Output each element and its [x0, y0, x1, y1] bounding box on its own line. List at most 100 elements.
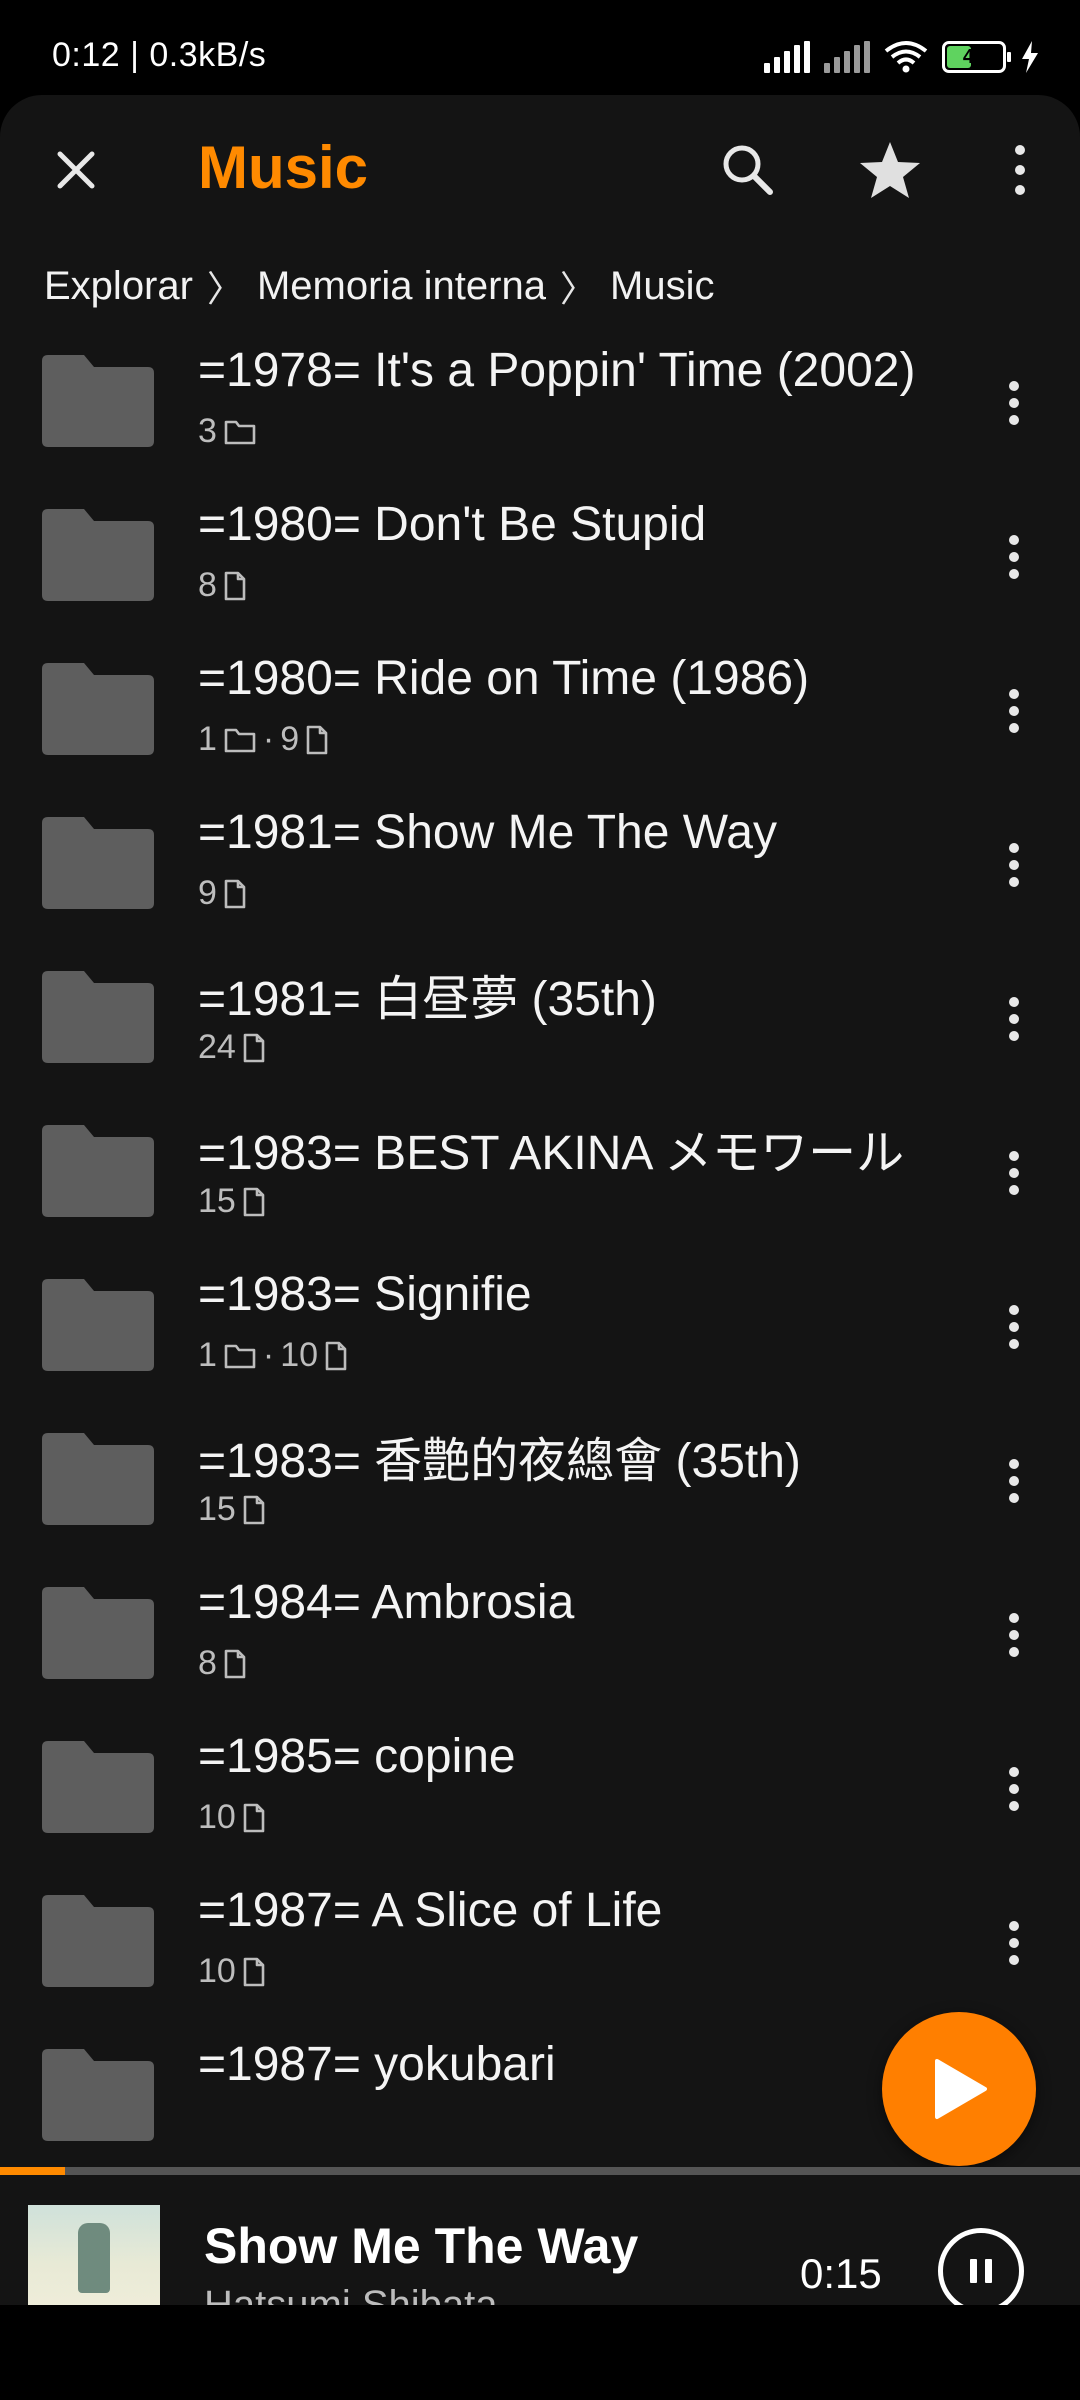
folder-icon: [42, 509, 154, 601]
subfolder-count: 3: [198, 412, 217, 450]
star-icon: [860, 142, 920, 198]
file-icon: [243, 1495, 265, 1524]
battery-level: 46: [962, 45, 986, 68]
playback-progress-fill: [0, 2167, 65, 2175]
more-vert-icon: [1009, 997, 1019, 1007]
folder-icon: [42, 1741, 154, 1833]
more-vert-icon: [1009, 689, 1019, 699]
breadcrumb-music[interactable]: Music: [610, 264, 714, 309]
folder-icon-wrap: [42, 1741, 154, 1833]
folder-icon-wrap: [42, 817, 154, 909]
file-count: 15: [198, 1182, 236, 1220]
folder-icon-wrap: [42, 1279, 154, 1371]
folder-row[interactable]: =1984= Ambrosia 8: [0, 1567, 1080, 1721]
more-vert-icon: [1009, 1613, 1019, 1623]
folder-icon-wrap: [42, 1125, 154, 1217]
elapsed-time: 0:15: [800, 2250, 882, 2297]
page-title: Music: [198, 134, 369, 201]
folder-title: =1983= Signifie: [198, 1268, 532, 1321]
breadcrumb-internal-storage[interactable]: Memoria interna: [257, 264, 546, 309]
folder-title: =1983= BEST AKINA メモワール: [198, 1127, 905, 1180]
subfolder-count: 1: [198, 1336, 217, 1374]
folder-menu-button[interactable]: [994, 989, 1034, 1049]
folder-row[interactable]: =1981= 白昼夢 (35th) 24: [0, 951, 1080, 1105]
folder-icon-wrap: [42, 663, 154, 755]
subfolder-count: 1: [198, 720, 217, 758]
folder-menu-button[interactable]: [994, 1759, 1034, 1819]
folder-meta: 15: [198, 1182, 266, 1221]
more-vert-icon: [1009, 535, 1019, 545]
more-vert-icon: [1009, 1151, 1019, 1161]
folder-title: =1983= 香艶的夜總會 (35th): [198, 1435, 801, 1488]
album-cover[interactable]: [28, 2205, 160, 2305]
folder-meta: 15: [198, 1490, 266, 1529]
file-count: 15: [198, 1490, 236, 1528]
folder-menu-button[interactable]: [994, 1143, 1034, 1203]
folder-row[interactable]: =1981= Show Me The Way 9: [0, 797, 1080, 951]
play-all-button[interactable]: [882, 2012, 1036, 2166]
folder-icon-wrap: [42, 1433, 154, 1525]
signal-icon: [764, 41, 810, 73]
folder-meta: 10: [198, 1798, 266, 1837]
folder-icon: [42, 1587, 154, 1679]
mini-player[interactable]: Show Me The Way Hatsumi Shibata 0:15: [0, 2175, 1080, 2305]
meta-separator: ·: [262, 720, 275, 758]
folder-row[interactable]: =1978= It's a Poppin' Time (2002) 3: [0, 335, 1080, 489]
favorite-button[interactable]: [858, 138, 922, 202]
folder-row[interactable]: =1980= Don't Be Stupid 8: [0, 489, 1080, 643]
folder-title: =1987= yokubari: [198, 2038, 556, 2091]
more-vert-icon: [1009, 1921, 1019, 1931]
folder-meta: 10: [198, 1952, 266, 1991]
folder-icon-wrap: [42, 2049, 154, 2141]
folder-title: =1985= copine: [198, 1730, 516, 1783]
more-vert-icon: [1009, 843, 1019, 853]
folder-row[interactable]: =1980= Ride on Time (1986) 1 · 9: [0, 643, 1080, 797]
folder-row[interactable]: =1983= 香艶的夜總會 (35th) 15: [0, 1413, 1080, 1567]
file-icon: [306, 725, 328, 754]
battery-icon: 46: [942, 41, 1011, 73]
folder-menu-button[interactable]: [994, 1297, 1034, 1357]
folder-icon: [42, 2049, 154, 2141]
file-count: 24: [198, 1028, 236, 1066]
folder-row[interactable]: =1985= copine 10: [0, 1721, 1080, 1875]
more-vert-icon: [1009, 1767, 1019, 1777]
folder-menu-button[interactable]: [994, 527, 1034, 587]
file-count: 10: [280, 1336, 319, 1374]
folder-menu-button[interactable]: [994, 1451, 1034, 1511]
track-title: Show Me The Way: [204, 2218, 639, 2274]
folder-meta: 3: [198, 412, 257, 451]
close-icon: [57, 151, 95, 189]
status-bar: 0:12 | 0.3kB/s 46: [0, 0, 1080, 95]
track-artist: Hatsumi Shibata: [204, 2283, 498, 2305]
folder-menu-button[interactable]: [994, 681, 1034, 741]
folder-icon-wrap: [42, 509, 154, 601]
more-vert-icon: [1009, 381, 1019, 391]
folder-row[interactable]: =1983= BEST AKINA メモワール 15: [0, 1105, 1080, 1259]
file-count: 10: [198, 1952, 236, 1990]
status-icons: 46: [764, 34, 1040, 80]
folder-icon: [42, 971, 154, 1063]
file-icon: [243, 1803, 265, 1832]
file-icon: [224, 1649, 246, 1678]
breadcrumb: Explorar 〉 Memoria interna 〉 Music: [44, 260, 714, 312]
folder-menu-button[interactable]: [994, 835, 1034, 895]
folder-menu-button[interactable]: [994, 1605, 1034, 1665]
overflow-menu-button[interactable]: [988, 138, 1052, 202]
folder-row[interactable]: =1987= A Slice of Life 10: [0, 1875, 1080, 2029]
breadcrumb-explorar[interactable]: Explorar: [44, 264, 193, 309]
folder-menu-button[interactable]: [994, 373, 1034, 433]
search-button[interactable]: [716, 138, 780, 202]
playback-progress[interactable]: [0, 2167, 1080, 2175]
close-button[interactable]: [44, 138, 108, 202]
chevron-right-icon: 〉: [559, 268, 596, 309]
file-icon: [325, 1341, 347, 1370]
chevron-right-icon: 〉: [206, 268, 243, 309]
pause-button[interactable]: [938, 2228, 1024, 2305]
folder-menu-button[interactable]: [994, 1913, 1034, 1973]
charging-icon: [1022, 41, 1038, 73]
folder-title: =1980= Ride on Time (1986): [198, 652, 810, 705]
folder-title: =1984= Ambrosia: [198, 1576, 575, 1629]
file-icon: [224, 571, 246, 600]
file-browser: Music Explorar 〉 Memoria interna 〉 Music…: [0, 95, 1080, 2305]
folder-row[interactable]: =1983= Signifie 1 · 10: [0, 1259, 1080, 1413]
